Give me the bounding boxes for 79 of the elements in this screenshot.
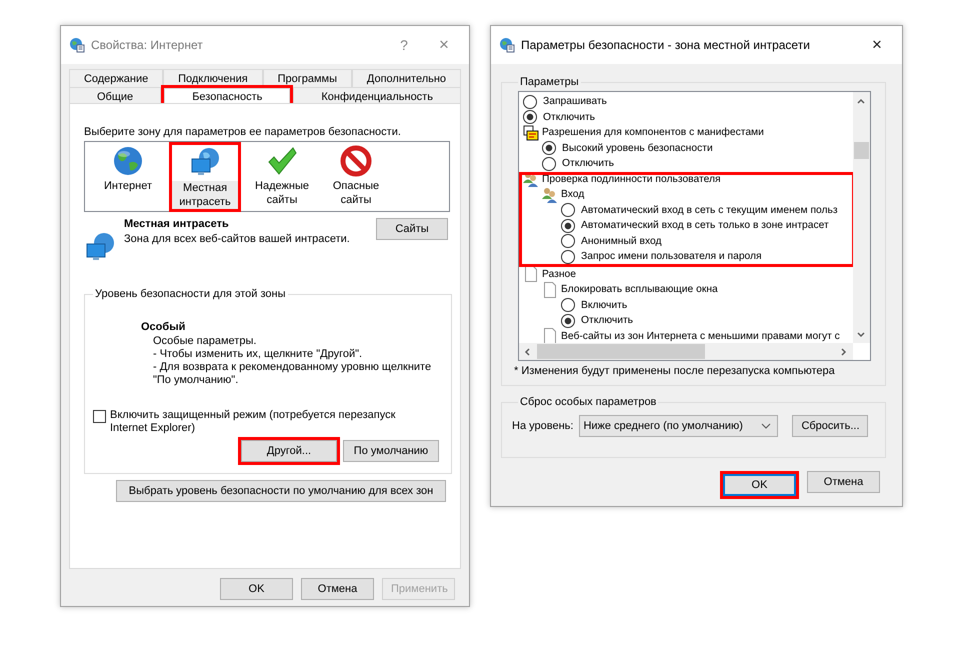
radio-button[interactable] (561, 218, 575, 233)
level-button[interactable]: Другой... (241, 440, 337, 462)
radio-button[interactable] (542, 141, 556, 156)
option-label: Автоматический вход в сеть только в зоне интрасет (581, 220, 829, 232)
setting-label: Блокировать всплывающие окна (561, 284, 718, 296)
level-button[interactable]: По умолчанию (343, 440, 439, 462)
option-label: Автоматический вход в сеть с текущим именем польз (581, 204, 838, 216)
scroll-thumb[interactable] (537, 344, 705, 359)
dialog-button[interactable]: Отмена (301, 578, 374, 600)
horizontal-scrollbar[interactable] (519, 343, 853, 360)
page-icon (523, 266, 539, 282)
radio-button[interactable] (561, 250, 575, 264)
zone-prompt: Выберите зону для параметров ее параметров безопасности. (84, 126, 402, 138)
option-label: Запрос имени пользователя и пароля (581, 251, 762, 262)
scroll-down-icon[interactable] (856, 330, 866, 340)
option-label: Высокий уровень безопасности (562, 142, 713, 154)
option-label: Отключить (562, 158, 614, 170)
dialog-button[interactable]: Отмена (807, 471, 880, 493)
radio-button[interactable] (561, 314, 575, 328)
zone-item[interactable]: Местная интрасеть (172, 145, 238, 209)
scroll-left-icon[interactable] (522, 347, 532, 357)
help-button[interactable]: ? (387, 37, 421, 53)
no-entry-icon (340, 145, 372, 177)
page-icon (542, 282, 558, 298)
option-label: Отключить (581, 315, 634, 326)
group-title: Параметры (519, 76, 580, 88)
close-button[interactable]: × (860, 35, 894, 55)
level-description: Особые параметры. - Чтобы изменить их, щелкните "Другой". - Для возврата к рекомендованному уровню щелкните "По умолчанию". (153, 335, 432, 387)
chevron-down-icon (761, 421, 772, 431)
setting-label: Веб-сайты из зон Интернета с меньшими правами могут с (561, 330, 840, 342)
level-name: Особый (141, 321, 186, 333)
dialog-button[interactable]: OK (723, 474, 796, 496)
group-title: Уровень безопасности для этой зоны (94, 288, 286, 300)
restart-note: * Изменения будут применены после перезапуска компьютера (514, 365, 836, 377)
scroll-right-icon[interactable] (839, 347, 849, 357)
zone-item[interactable]: Интернет (95, 143, 161, 193)
setting-label: Разрешения для компонентов с манифестами (542, 127, 764, 138)
option-label: Запрашивать (543, 96, 607, 108)
checkbox-label: Включить защищенный режим (потребуется перезапуск Internet Explorer) (110, 409, 396, 435)
window-title: Параметры безопасности - зона местной интрасети (521, 38, 811, 52)
radio-button[interactable] (561, 234, 575, 248)
group-title: Сброс особых параметров (519, 396, 658, 408)
level-dropdown[interactable]: Ниже среднего (по умолчанию) (579, 415, 778, 437)
sites-button[interactable]: Сайты (376, 218, 448, 240)
level-label: На уровень: (512, 420, 574, 432)
checkbox[interactable] (93, 410, 106, 423)
reset-all-button[interactable]: Выбрать уровень безопасности по умолчанию для всех зон (116, 480, 446, 502)
scroll-thumb[interactable] (854, 142, 869, 159)
option-label: Отключить (543, 112, 596, 123)
globe-document-icon (69, 37, 85, 53)
radio-button[interactable] (561, 298, 575, 312)
checkmark-icon (266, 145, 298, 177)
radio-button[interactable] (523, 110, 537, 124)
component-icon (523, 124, 539, 141)
dialog-button[interactable]: OK (220, 578, 293, 600)
scroll-up-icon[interactable] (856, 96, 866, 106)
reset-button[interactable]: Сбросить... (792, 415, 868, 437)
zone-item[interactable]: Надежные сайты (249, 143, 315, 207)
setting-label: Разное (542, 268, 576, 280)
zone-description: Зона для всех веб-сайтов вашей интрасети. (124, 233, 351, 245)
setting-label: Проверка подлинности пользователя (542, 174, 721, 185)
option-label: Анонимный вход (581, 236, 662, 247)
window-title: Свойства: Интернет (91, 38, 204, 52)
tab[interactable]: Дополнительно (352, 69, 461, 87)
tab[interactable]: Безопасность (164, 88, 290, 104)
globe-icon (112, 145, 144, 177)
tab[interactable]: Программы (262, 69, 352, 87)
zone-item[interactable]: Опасные сайты (323, 143, 389, 207)
radio-button[interactable] (523, 94, 537, 109)
globe-document-icon (499, 37, 515, 53)
setting-label: Вход (561, 189, 584, 200)
tab[interactable]: Содержание (69, 69, 164, 87)
vertical-scrollbar[interactable] (853, 92, 870, 343)
radio-button[interactable] (561, 203, 575, 218)
users-icon (542, 186, 558, 203)
option-label: Включить (581, 300, 628, 311)
close-button[interactable]: × (427, 35, 461, 55)
radio-button[interactable] (542, 156, 556, 171)
zone-title: Местная интрасеть (124, 218, 230, 230)
